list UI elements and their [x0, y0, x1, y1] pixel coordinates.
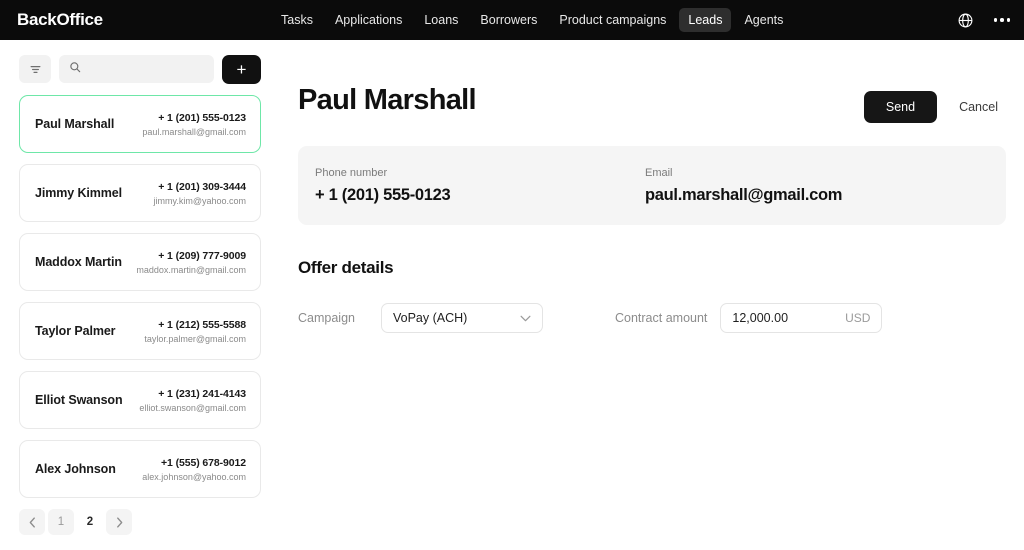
lead-contact: + 1 (201) 555-0123 paul.marshall@gmail.c… — [142, 112, 246, 137]
lead-contact: + 1 (201) 309-3444 jimmy.kim@yahoo.com — [153, 180, 247, 206]
search-icon — [69, 60, 81, 78]
phone-number-value: + 1 (201) 555-0123 — [315, 185, 451, 204]
email-block: Email paul.marshall@gmail.com — [645, 167, 842, 205]
pagination-page-2[interactable]: 2 — [77, 509, 103, 535]
send-button[interactable]: Send — [863, 91, 938, 123]
lead-phone: + 1 (201) 555-0123 — [158, 111, 246, 124]
lead-name: Jimmy Kimmel — [35, 186, 123, 200]
lead-list-item-taylor-palmer[interactable]: Taylor Palmer + 1 (212) 555-5588 taylor.… — [19, 302, 261, 360]
lead-phone: + 1 (231) 241-4143 — [158, 387, 246, 400]
top-navigation-bar: BackOffice Tasks Applications Loans Borr… — [0, 0, 1024, 40]
leads-list: Paul Marshall + 1 (201) 555-0123 paul.ma… — [19, 95, 261, 498]
lead-email: paul.marshall@gmail.com — [142, 126, 246, 137]
lead-list-item-paul-marshall[interactable]: Paul Marshall + 1 (201) 555-0123 paul.ma… — [19, 95, 261, 153]
lead-contact: +1 (555) 678-9012 alex.johnson@yahoo.com — [142, 457, 246, 482]
nav-item-applications[interactable]: Applications — [326, 8, 411, 32]
lead-list-item-maddox-martin[interactable]: Maddox Martin + 1 (209) 777-9009 maddox.… — [19, 233, 261, 291]
nav-item-loans[interactable]: Loans — [415, 8, 467, 32]
lead-list-item-jimmy-kimmel[interactable]: Jimmy Kimmel + 1 (201) 309-3444 jimmy.ki… — [19, 164, 261, 222]
phone-number-label: Phone number — [315, 166, 388, 179]
campaign-select[interactable]: VoPay (ACH) — [380, 303, 543, 333]
pagination-page-1[interactable]: 1 — [48, 509, 74, 535]
campaign-selected-value: VoPay (ACH) — [392, 311, 468, 325]
email-label: Email — [645, 166, 673, 179]
offer-details-title: Offer details — [298, 258, 394, 277]
pagination: 1 2 — [19, 509, 261, 535]
lead-phone: + 1 (209) 777-9009 — [158, 249, 246, 262]
campaign-label: Campaign — [298, 311, 355, 325]
lead-email: maddox.martin@gmail.com — [136, 264, 246, 275]
globe-icon[interactable] — [957, 12, 974, 29]
sidebar-toolbar — [19, 54, 261, 84]
lead-phone: + 1 (201) 309-3444 — [158, 180, 246, 193]
lead-phone: +1 (555) 678-9012 — [161, 456, 246, 469]
nav-item-product-campaigns[interactable]: Product campaigns — [550, 8, 675, 32]
chevron-down-icon — [520, 309, 531, 327]
lead-name: Alex Johnson — [35, 462, 116, 476]
offer-form-row: Campaign VoPay (ACH) Contract amount USD — [298, 303, 1006, 333]
main-nav: Tasks Applications Loans Borrowers Produ… — [272, 0, 792, 40]
phone-number-block: Phone number + 1 (201) 555-0123 — [315, 167, 645, 205]
lead-email: alex.johnson@yahoo.com — [142, 471, 246, 482]
detail-header: Paul Marshall Send Cancel — [288, 86, 1006, 123]
cancel-button[interactable]: Cancel — [951, 96, 1006, 118]
more-options-icon[interactable] — [993, 18, 1010, 22]
lead-name: Taylor Palmer — [35, 324, 116, 338]
lead-detail-panel: Paul Marshall Send Cancel Phone number +… — [280, 40, 1024, 550]
page-body: Paul Marshall + 1 (201) 555-0123 paul.ma… — [0, 40, 1024, 550]
lead-phone: + 1 (212) 555-5588 — [158, 318, 246, 331]
page-title: Paul Marshall — [298, 84, 477, 116]
lead-contact: + 1 (231) 241-4143 elliot.swanson@gmail.… — [139, 388, 246, 413]
contract-amount-input[interactable] — [732, 311, 833, 325]
lead-name: Paul Marshall — [35, 117, 115, 131]
lead-email: taylor.palmer@gmail.com — [144, 333, 246, 344]
nav-item-agents[interactable]: Agents — [735, 8, 792, 32]
nav-item-leads[interactable]: Leads — [679, 8, 732, 32]
lead-email: elliot.swanson@gmail.com — [139, 402, 246, 413]
lead-name: Maddox Martin — [35, 255, 122, 269]
lead-contact: + 1 (209) 777-9009 maddox.martin@gmail.c… — [136, 250, 246, 275]
email-value: paul.marshall@gmail.com — [645, 185, 843, 204]
filter-button[interactable] — [19, 55, 51, 83]
lead-list-item-elliot-swanson[interactable]: Elliot Swanson + 1 (231) 241-4143 elliot… — [19, 371, 261, 429]
nav-right-actions — [957, 0, 1010, 40]
lead-list-item-alex-johnson[interactable]: Alex Johnson +1 (555) 678-9012 alex.john… — [19, 440, 261, 498]
contract-amount-field[interactable]: USD — [720, 303, 883, 333]
contract-amount-label: Contract amount — [614, 311, 708, 325]
header-actions: Send Cancel — [863, 91, 1006, 123]
lead-contact: + 1 (212) 555-5588 taylor.palmer@gmail.c… — [144, 319, 246, 344]
nav-item-borrowers[interactable]: Borrowers — [471, 8, 546, 32]
lead-name: Elliot Swanson — [35, 393, 123, 407]
search-field-wrapper[interactable] — [59, 55, 214, 83]
app-logo: BackOffice — [17, 10, 103, 29]
currency-label: USD — [845, 311, 871, 325]
contact-info-card: Phone number + 1 (201) 555-0123 Email pa… — [298, 146, 1006, 225]
search-input[interactable] — [88, 62, 214, 76]
pagination-prev-button[interactable] — [19, 509, 45, 535]
nav-item-tasks[interactable]: Tasks — [272, 8, 322, 32]
leads-sidebar: Paul Marshall + 1 (201) 555-0123 paul.ma… — [0, 40, 280, 550]
lead-email: jimmy.kim@yahoo.com — [153, 195, 246, 206]
add-lead-button[interactable] — [222, 54, 261, 84]
pagination-next-button[interactable] — [106, 509, 132, 535]
